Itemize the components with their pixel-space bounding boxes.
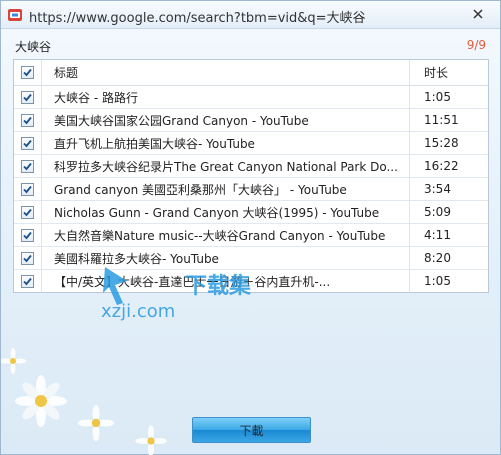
row-checkbox[interactable]	[21, 159, 34, 173]
close-icon	[473, 9, 483, 19]
row-check-cell	[14, 178, 42, 200]
check-icon	[23, 139, 32, 147]
search-header: 大峡谷 9/9	[1, 29, 500, 59]
daisy-decoration	[1, 348, 167, 455]
table-row[interactable]: 直升飞机上航拍美国大峡谷- YouTube 15:28	[14, 132, 488, 155]
row-duration: 15:28	[424, 136, 459, 150]
row-duration: 1:05	[424, 274, 451, 288]
row-checkbox[interactable]	[21, 228, 34, 242]
row-title: 大自然音樂Nature music--大峽谷Grand Canyon - You…	[54, 228, 386, 243]
row-title-cell: 大自然音樂Nature music--大峽谷Grand Canyon - You…	[42, 224, 410, 246]
row-title: Nicholas Gunn - Grand Canyon 大峡谷(1995) -…	[54, 205, 380, 220]
row-checkbox[interactable]	[21, 182, 34, 196]
watermark-logo: 下载集 xzji.com	[101, 267, 252, 322]
check-icon	[23, 68, 32, 77]
title-bar: https://www.google.com/search?tbm=vid&q=…	[1, 1, 500, 29]
row-title: 大峡谷 - 路路行	[54, 90, 138, 105]
row-checkbox[interactable]	[21, 113, 34, 127]
table-header-row: 标题 时长	[14, 60, 488, 86]
table-row[interactable]: Grand canyon 美國亞利桑那州「大峽谷」 - YouTube 3:54	[14, 178, 488, 201]
row-title-cell: 科罗拉多大峡谷纪录片The Great Canyon National Park…	[42, 155, 410, 177]
column-header-duration[interactable]: 时长	[410, 60, 488, 85]
row-title: 美国大峡谷国家公园Grand Canyon - YouTube	[54, 113, 309, 128]
app-icon	[7, 7, 23, 23]
download-button[interactable]: 下載	[192, 417, 311, 443]
row-check-cell	[14, 270, 42, 292]
check-icon	[23, 277, 32, 285]
search-keyword: 大峡谷	[15, 40, 52, 54]
row-title: Grand canyon 美國亞利桑那州「大峽谷」 - YouTube	[54, 182, 347, 197]
select-all-checkbox[interactable]	[21, 66, 34, 79]
column-header-title[interactable]: 标题	[42, 60, 410, 85]
row-duration: 4:11	[424, 228, 451, 242]
row-check-cell	[14, 109, 42, 131]
row-title-cell: Nicholas Gunn - Grand Canyon 大峡谷(1995) -…	[42, 201, 410, 223]
selection-counter: 9/9	[466, 38, 486, 52]
check-icon	[23, 208, 32, 216]
table-row[interactable]: 美国大峡谷国家公园Grand Canyon - YouTube 11:51	[14, 109, 488, 132]
select-all-cell	[14, 60, 42, 85]
row-check-cell	[14, 86, 42, 108]
row-duration: 11:51	[424, 113, 459, 127]
row-title: 直升飞机上航拍美国大峡谷- YouTube	[54, 136, 255, 151]
table-row[interactable]: 科罗拉多大峡谷纪录片The Great Canyon National Park…	[14, 155, 488, 178]
row-title-cell: 直升飞机上航拍美国大峡谷- YouTube	[42, 132, 410, 154]
check-icon	[23, 254, 32, 262]
check-icon	[23, 162, 32, 170]
check-icon	[23, 185, 32, 193]
check-icon	[23, 93, 32, 101]
window-title: https://www.google.com/search?tbm=vid&q=…	[29, 11, 366, 26]
row-title: 科罗拉多大峡谷纪录片The Great Canyon National Park…	[54, 159, 398, 174]
row-duration: 5:09	[424, 205, 451, 219]
row-check-cell	[14, 224, 42, 246]
table-row[interactable]: 大自然音樂Nature music--大峽谷Grand Canyon - You…	[14, 224, 488, 247]
table-row[interactable]: 大峡谷 - 路路行 1:05	[14, 86, 488, 109]
row-checkbox[interactable]	[21, 90, 34, 104]
check-icon	[23, 116, 32, 124]
row-title-cell: Grand canyon 美國亞利桑那州「大峽谷」 - YouTube	[42, 178, 410, 200]
row-check-cell	[14, 247, 42, 269]
check-icon	[23, 231, 32, 239]
row-duration: 8:20	[424, 251, 451, 265]
row-checkbox[interactable]	[21, 274, 34, 288]
row-title-cell: 大峡谷 - 路路行	[42, 86, 410, 108]
row-checkbox[interactable]	[21, 136, 34, 150]
dialog-window: https://www.google.com/search?tbm=vid&q=…	[0, 0, 501, 455]
row-check-cell	[14, 201, 42, 223]
row-duration: 16:22	[424, 159, 459, 173]
svg-text:下载集: 下载集	[185, 273, 252, 299]
row-checkbox[interactable]	[21, 205, 34, 219]
svg-text:xzji.com: xzji.com	[101, 301, 175, 322]
row-check-cell	[14, 155, 42, 177]
video-list-table: 标题 时长 大峡谷 - 路路行 1:05 美国大峡谷国家公园Grand Canyon…	[13, 59, 489, 293]
table-row[interactable]: Nicholas Gunn - Grand Canyon 大峡谷(1995) -…	[14, 201, 488, 224]
row-duration: 1:05	[424, 90, 451, 104]
row-title-cell: 美国大峡谷国家公园Grand Canyon - YouTube	[42, 109, 410, 131]
close-button[interactable]	[464, 4, 492, 24]
row-check-cell	[14, 132, 42, 154]
row-duration: 3:54	[424, 182, 451, 196]
row-checkbox[interactable]	[21, 251, 34, 265]
